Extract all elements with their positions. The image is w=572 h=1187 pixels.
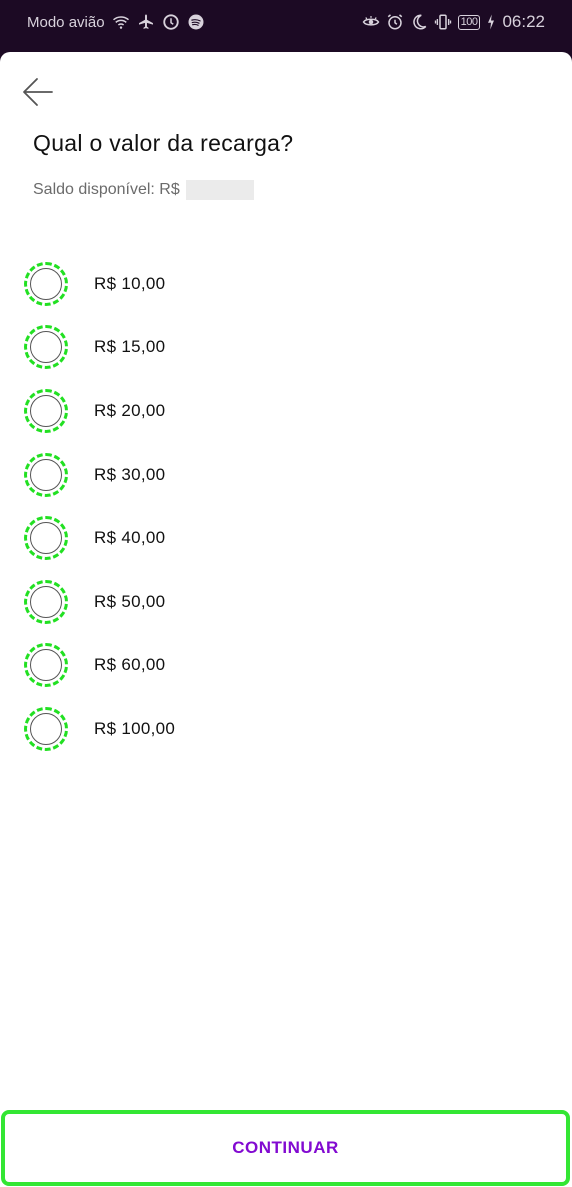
page-title: Qual o valor da recarga? bbox=[33, 130, 294, 156]
vibrate-icon bbox=[434, 13, 452, 31]
battery-icon: 100 bbox=[457, 14, 481, 30]
radio-button[interactable] bbox=[30, 585, 62, 618]
radio-button[interactable] bbox=[30, 331, 62, 364]
radio-button-highlight bbox=[24, 261, 68, 306]
amount-option[interactable]: R$ 50,00 bbox=[24, 570, 175, 634]
amount-option-label: R$ 20,00 bbox=[94, 400, 166, 420]
amount-options-list: R$ 10,00 R$ 15,00 R$ 20,00 R$ 30,00 R$ 4… bbox=[24, 252, 175, 761]
amount-option[interactable]: R$ 30,00 bbox=[24, 443, 175, 507]
amount-option-label: R$ 10,00 bbox=[94, 273, 166, 293]
arrow-left-icon bbox=[23, 78, 53, 106]
radio-button-highlight bbox=[24, 516, 68, 561]
radio-button[interactable] bbox=[30, 712, 62, 745]
radio-button-highlight bbox=[24, 325, 68, 370]
data-saver-icon bbox=[162, 13, 180, 31]
available-balance: Saldo disponível: R$ bbox=[33, 180, 254, 200]
radio-button-highlight bbox=[24, 388, 68, 433]
amount-option-label: R$ 40,00 bbox=[94, 528, 166, 548]
amount-option-label: R$ 100,00 bbox=[94, 718, 176, 738]
status-bar: Modo avião 100 06:22 bbox=[0, 0, 572, 44]
charging-icon bbox=[486, 13, 496, 31]
wifi-icon bbox=[112, 13, 130, 31]
balance-label: Saldo disponível: R$ bbox=[33, 181, 180, 198]
radio-button[interactable] bbox=[30, 267, 62, 300]
radio-button[interactable] bbox=[30, 522, 62, 555]
eye-comfort-icon bbox=[362, 13, 380, 31]
amount-option[interactable]: R$ 10,00 bbox=[24, 252, 175, 316]
status-bar-left: Modo avião bbox=[27, 13, 205, 31]
continue-button[interactable]: CONTINUAR bbox=[1, 1110, 570, 1186]
recharge-sheet: Qual o valor da recarga? Saldo disponíve… bbox=[0, 52, 572, 1187]
continue-button-label: CONTINUAR bbox=[232, 1138, 339, 1157]
amount-option-label: R$ 60,00 bbox=[94, 655, 166, 675]
airplane-icon bbox=[137, 13, 155, 31]
radio-button[interactable] bbox=[30, 458, 62, 491]
radio-button[interactable] bbox=[30, 394, 62, 427]
clock-time: 06:22 bbox=[502, 12, 545, 31]
moon-icon bbox=[410, 13, 428, 31]
radio-button-highlight bbox=[24, 706, 68, 751]
radio-button[interactable] bbox=[30, 649, 62, 682]
alarm-icon bbox=[386, 13, 404, 31]
radio-button-highlight bbox=[24, 643, 68, 688]
balance-value-mask bbox=[185, 180, 254, 200]
amount-option[interactable]: R$ 20,00 bbox=[24, 379, 175, 443]
amount-option-label: R$ 50,00 bbox=[94, 591, 166, 611]
airplane-mode-text: Modo avião bbox=[27, 13, 105, 31]
battery-level: 100 bbox=[460, 16, 478, 28]
back-button[interactable] bbox=[20, 74, 56, 110]
amount-option[interactable]: R$ 40,00 bbox=[24, 506, 175, 570]
radio-button-highlight bbox=[24, 579, 68, 624]
amount-option-label: R$ 15,00 bbox=[94, 337, 166, 357]
status-bar-right: 100 06:22 bbox=[362, 12, 545, 32]
amount-option[interactable]: R$ 100,00 bbox=[24, 697, 175, 761]
amount-option[interactable]: R$ 15,00 bbox=[24, 316, 175, 380]
spotify-icon bbox=[187, 13, 205, 31]
amount-option-label: R$ 30,00 bbox=[94, 464, 166, 484]
amount-option[interactable]: R$ 60,00 bbox=[24, 634, 175, 698]
radio-button-highlight bbox=[24, 452, 68, 497]
